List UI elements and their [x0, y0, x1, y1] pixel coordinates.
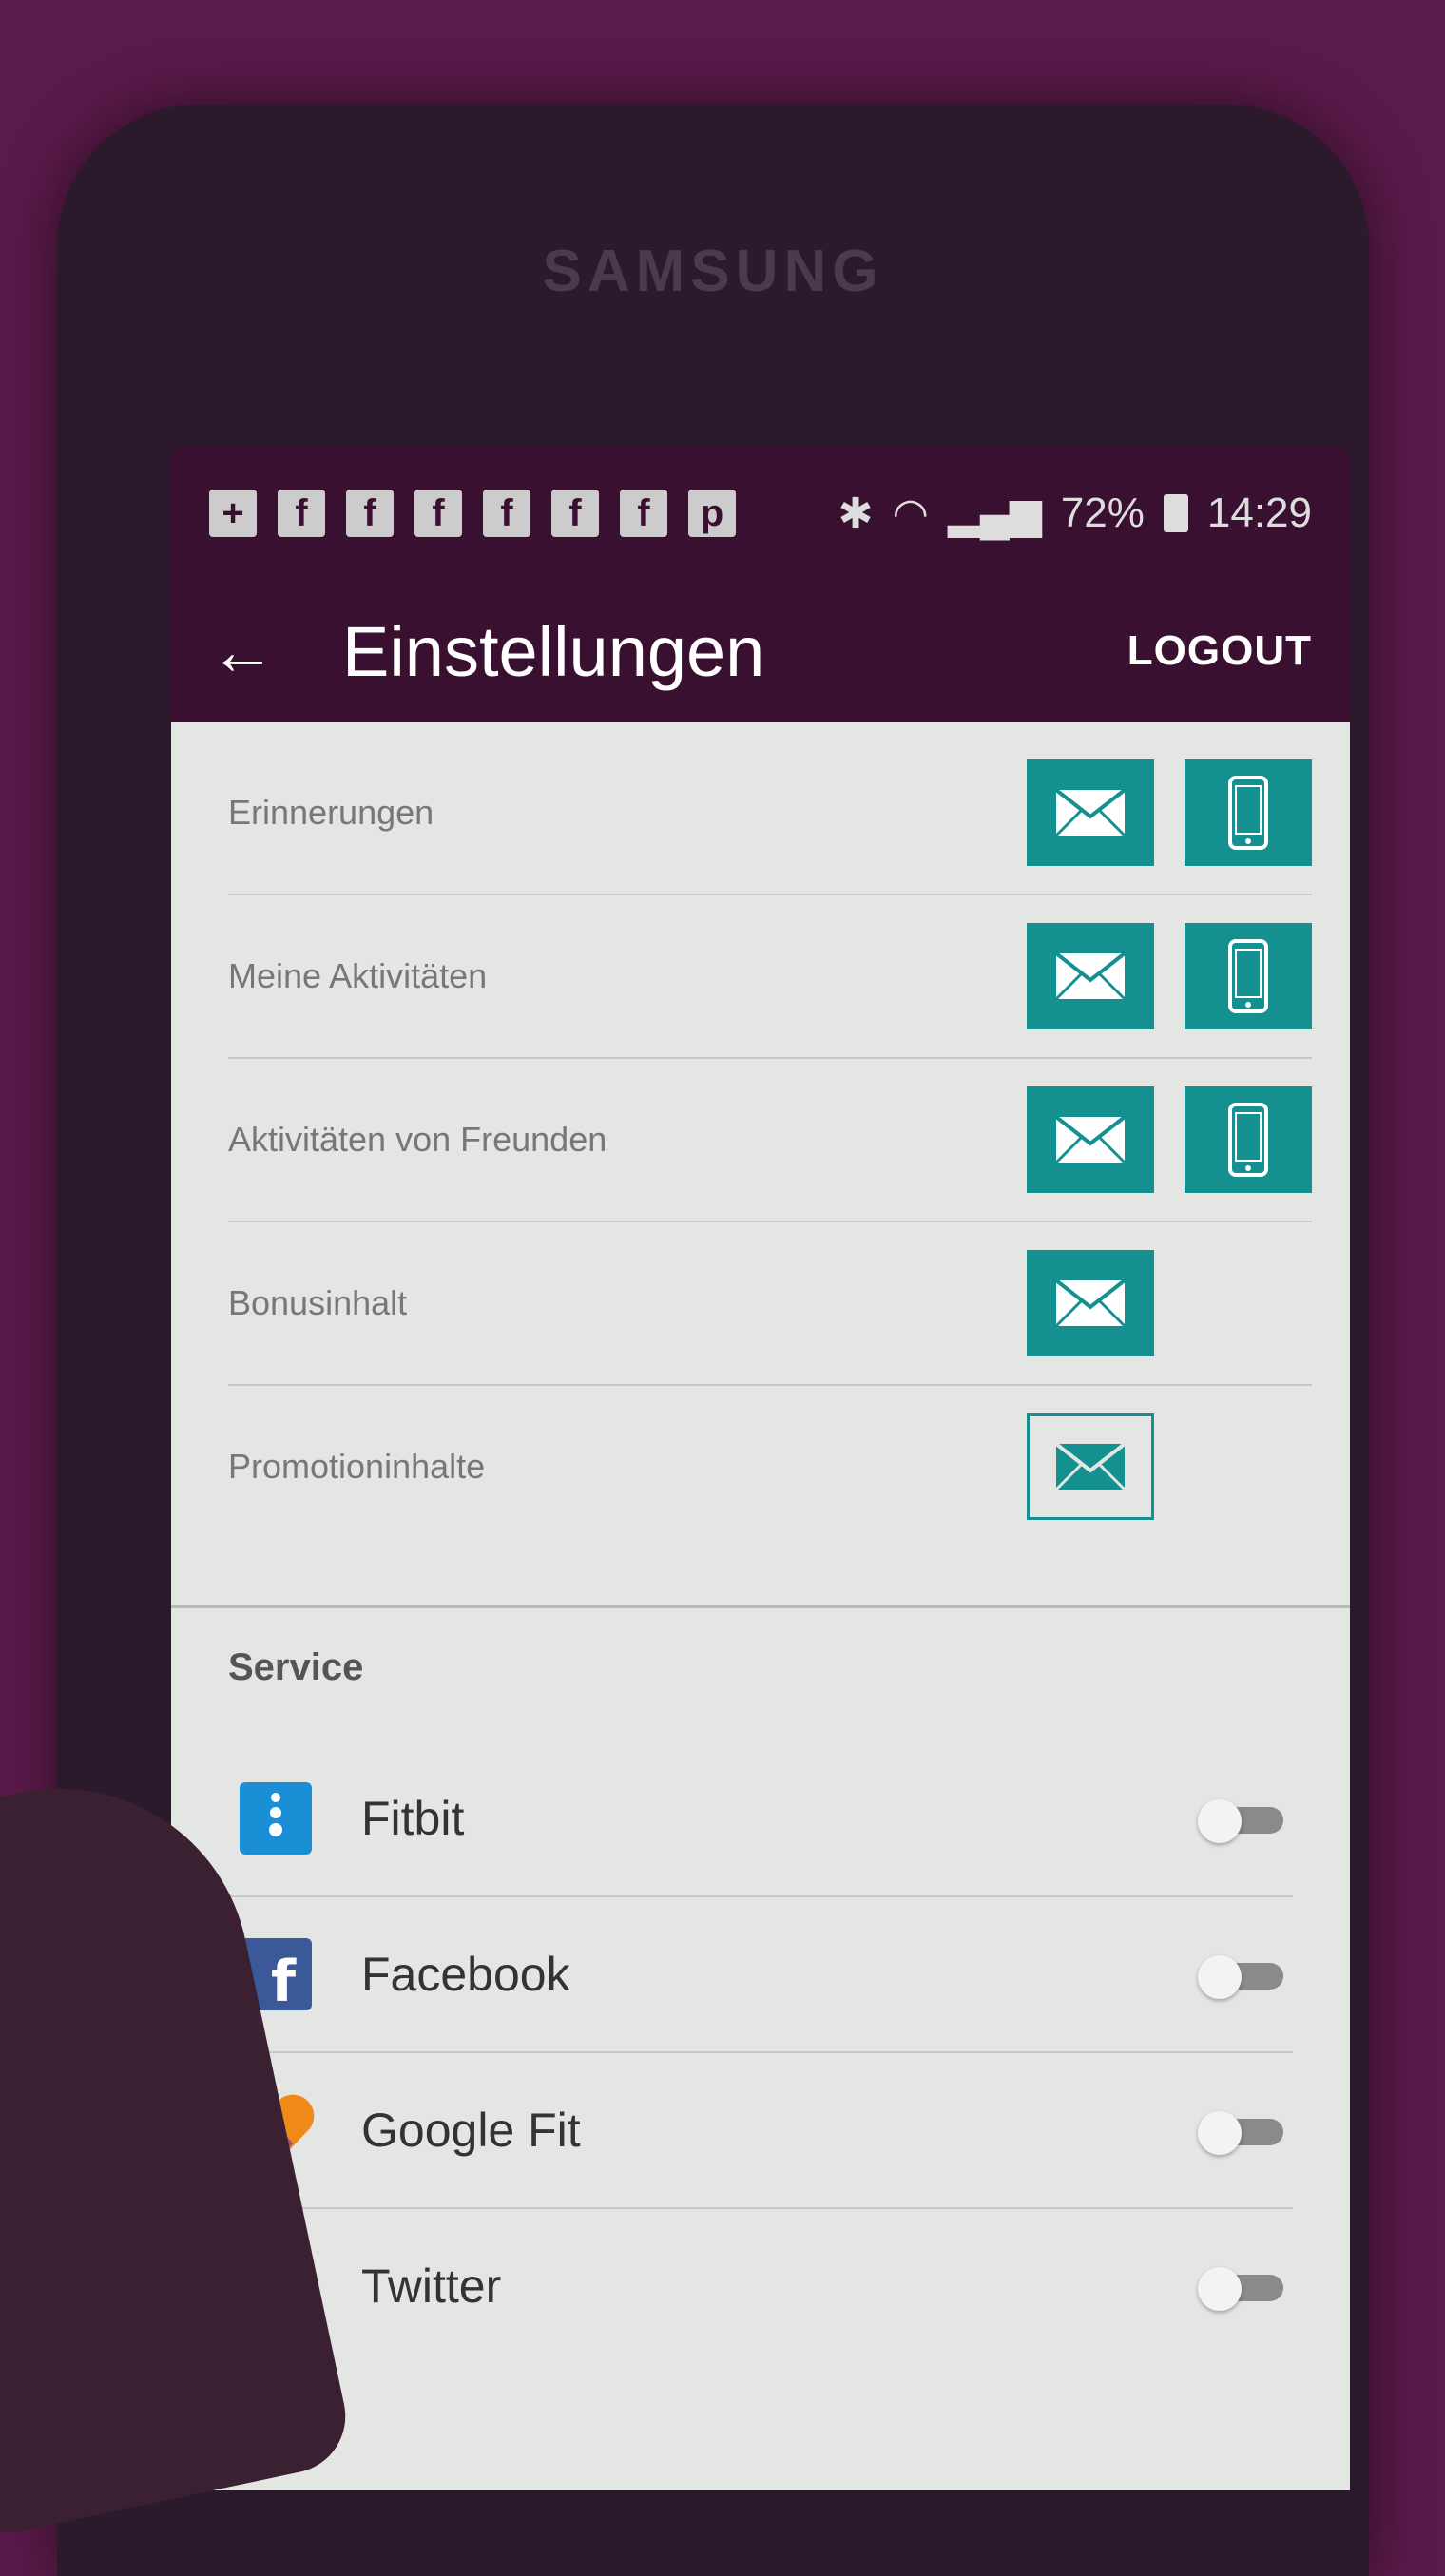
- logout-button[interactable]: LOGOUT: [1127, 627, 1312, 675]
- twitter-toggle[interactable]: [1198, 2267, 1293, 2311]
- smartphone-icon: [1228, 776, 1268, 850]
- service-section-title: Service: [228, 1646, 364, 1688]
- notification-row: Aktivitäten von Freunden: [228, 1059, 1312, 1222]
- facebook-toggle[interactable]: [1198, 1955, 1293, 1999]
- service-row-fitbit: Fitbit: [228, 1741, 1293, 1897]
- facebook-notification-icon: f: [414, 490, 462, 537]
- email-toggle-button[interactable]: [1027, 1250, 1154, 1356]
- service-row-facebook: f Facebook: [228, 1897, 1293, 2053]
- fitbit-icon: [228, 1780, 323, 1856]
- email-toggle-button[interactable]: [1027, 1413, 1154, 1520]
- svg-text:f: f: [271, 1949, 297, 2010]
- service-name: Fitbit: [361, 1792, 465, 1845]
- mail-icon: [1054, 1278, 1127, 1328]
- facebook-notification-icon: f: [551, 490, 599, 537]
- notification-row: Promotioninhalte: [228, 1386, 1312, 1548]
- mail-icon: [1054, 788, 1127, 837]
- notification-label: Erinnerungen: [228, 793, 434, 832]
- mail-icon: [1054, 952, 1127, 1001]
- screen: + f f f f f f p ✱ ◠ ▂▄▆ 72% 14:29 ← Eins…: [171, 447, 1350, 2490]
- push-toggle-button[interactable]: [1185, 923, 1312, 1029]
- notification-row: Erinnerungen: [228, 732, 1312, 895]
- notification-label: Aktivitäten von Freunden: [228, 1120, 607, 1159]
- push-toggle-button[interactable]: [1185, 759, 1312, 866]
- google-fit-toggle[interactable]: [1198, 2111, 1293, 2155]
- service-row-google-fit: Google Fit: [228, 2053, 1293, 2209]
- email-toggle-button[interactable]: [1027, 1086, 1154, 1193]
- back-arrow-icon[interactable]: ←: [209, 613, 342, 689]
- brand-logo: SAMSUNG: [542, 239, 884, 304]
- app-bar: ← Einstellungen LOGOUT: [171, 580, 1350, 722]
- email-toggle-button[interactable]: [1027, 759, 1154, 866]
- notification-row: Bonusinhalt: [228, 1222, 1312, 1386]
- email-toggle-button[interactable]: [1027, 923, 1154, 1029]
- notification-row: Meine Aktivitäten: [228, 895, 1312, 1059]
- settings-content: Erinnerungen Meine Aktivitäten Aktivität…: [171, 722, 1350, 2490]
- facebook-notification-icon: f: [620, 490, 667, 537]
- facebook-notification-icon: f: [346, 490, 394, 537]
- service-row-twitter: Twitter: [228, 2209, 1293, 2363]
- status-right: ✱ ◠ ▂▄▆ 72% 14:29: [838, 490, 1312, 538]
- clock: 14:29: [1206, 490, 1312, 536]
- page-title: Einstellungen: [342, 611, 765, 691]
- notification-icon: +: [209, 490, 257, 537]
- notification-label: Promotioninhalte: [228, 1447, 486, 1486]
- smartphone-icon: [1228, 939, 1268, 1013]
- notification-label: Meine Aktivitäten: [228, 956, 488, 995]
- battery-percent: 72%: [1060, 490, 1145, 536]
- facebook-notification-icon: f: [483, 490, 530, 537]
- service-name: Google Fit: [361, 2104, 581, 2157]
- signal-icon: ▂▄▆: [947, 490, 1042, 537]
- facebook-notification-icon: f: [278, 490, 325, 537]
- fitbit-toggle[interactable]: [1198, 1799, 1293, 1843]
- mail-icon: [1054, 1442, 1127, 1491]
- status-bar: + f f f f f f p ✱ ◠ ▂▄▆ 72% 14:29: [171, 447, 1350, 580]
- notification-label: Bonusinhalt: [228, 1283, 408, 1322]
- smartphone-icon: [1228, 1103, 1268, 1177]
- service-name: Twitter: [361, 2259, 502, 2313]
- push-toggle-button[interactable]: [1185, 1086, 1312, 1193]
- service-name: Facebook: [361, 1948, 570, 2001]
- bluetooth-icon: ✱: [838, 490, 874, 537]
- notification-icons: + f f f f f f p: [209, 490, 736, 537]
- mail-icon: [1054, 1115, 1127, 1164]
- chat-notification-icon: p: [688, 490, 736, 537]
- battery-icon: [1163, 494, 1188, 532]
- wifi-icon: ◠: [892, 490, 929, 537]
